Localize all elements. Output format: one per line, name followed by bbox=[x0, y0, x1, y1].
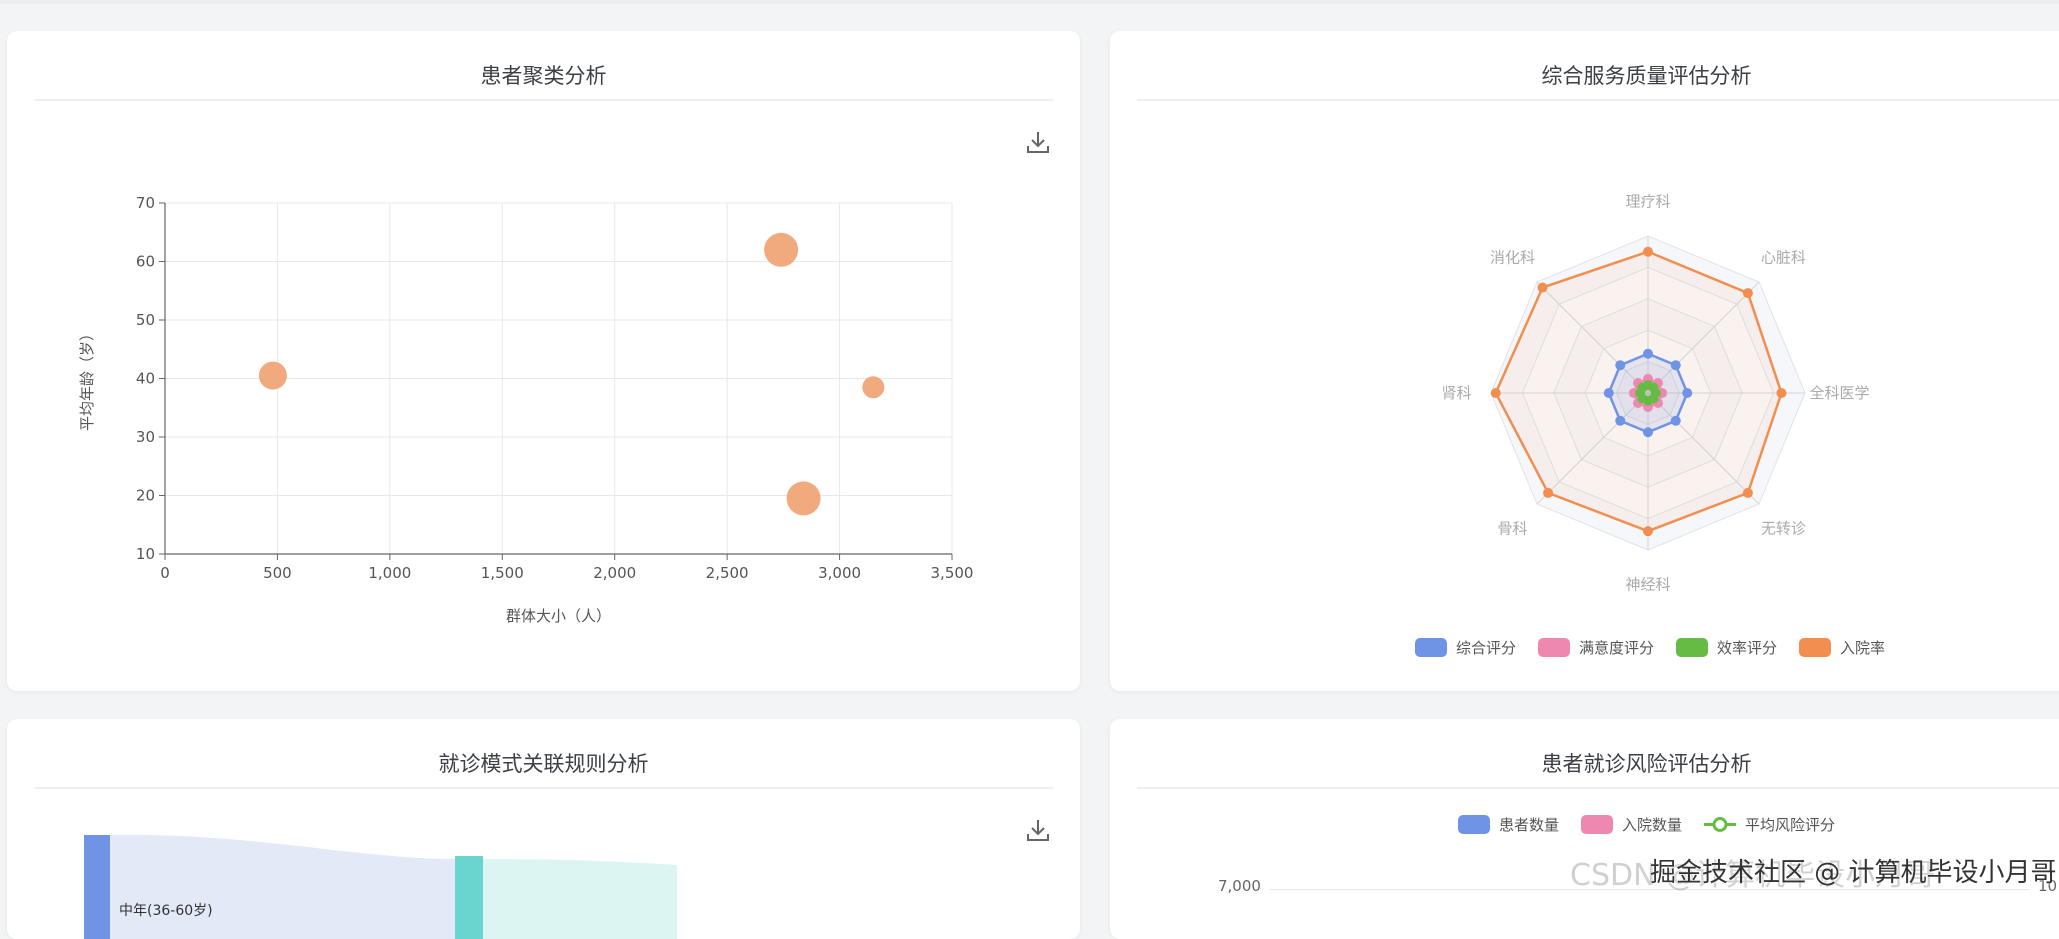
legend-item-admissions[interactable]: 入院数量 bbox=[1581, 814, 1682, 835]
watermark-front: 掘金技术社区 @ 计算机毕设小月哥 bbox=[1650, 858, 2057, 888]
radar-point bbox=[1615, 360, 1626, 371]
legend-swatch bbox=[1799, 638, 1832, 657]
risk-title-divider bbox=[1137, 787, 2059, 789]
radar-point bbox=[1637, 382, 1648, 393]
radar-point bbox=[1615, 415, 1626, 426]
radar-indicator-label: 消化科 bbox=[1490, 249, 1535, 267]
legend-item[interactable]: 综合评分 bbox=[1415, 637, 1516, 658]
legend-label: 入院数量 bbox=[1622, 816, 1683, 834]
radar-indicator-label: 神经科 bbox=[1625, 576, 1670, 594]
radar-point bbox=[1776, 388, 1787, 398]
scatter-point bbox=[764, 232, 799, 267]
sankey-link bbox=[483, 859, 677, 939]
pattern-card: 就诊模式关联规则分析 中年(36-60岁) bbox=[7, 719, 1080, 939]
x-tick-label: 2,000 bbox=[593, 564, 636, 582]
scatter-point bbox=[258, 361, 287, 390]
y-tick-label: 20 bbox=[136, 487, 155, 505]
cluster-card: 患者聚类分析 0 500 1,000 1,500 2,000 2,500 3,000 3,50… bbox=[7, 31, 1080, 691]
download-icon[interactable] bbox=[1025, 129, 1051, 155]
cluster-title-divider bbox=[34, 99, 1053, 101]
x-tick-label: 3,500 bbox=[931, 564, 974, 582]
radar-point bbox=[1543, 487, 1554, 498]
y-axis-tick: 7,000 bbox=[1218, 877, 1261, 895]
radar-legend: 综合评分 满意度评分 效率评分 入院率 bbox=[1415, 637, 1907, 658]
x-axis-label: 群体大小（人） bbox=[506, 607, 611, 625]
cluster-title: 患者聚类分析 bbox=[480, 64, 607, 88]
y-tick-label: 60 bbox=[136, 253, 155, 271]
y-tick-label: 40 bbox=[136, 370, 155, 388]
risk-title: 患者就诊风险评估分析 bbox=[1541, 752, 1752, 776]
legend-label: 满意度评分 bbox=[1579, 639, 1655, 657]
line-marker-icon bbox=[1704, 817, 1737, 832]
legend-label: 平均风险评分 bbox=[1745, 816, 1836, 834]
radar-point bbox=[1670, 360, 1681, 371]
legend-swatch bbox=[1415, 638, 1447, 657]
y-tick-label: 30 bbox=[136, 428, 155, 446]
radar-indicator-label: 无转诊 bbox=[1761, 519, 1806, 537]
radar-indicator-label: 理疗科 bbox=[1625, 192, 1670, 210]
radar-point bbox=[1643, 246, 1653, 257]
scatter-point bbox=[786, 481, 821, 516]
top-divider bbox=[0, 0, 2059, 4]
radar-indicator-label: 骨科 bbox=[1498, 519, 1528, 537]
x-tick-label: 500 bbox=[263, 564, 292, 582]
x-tick-label: 0 bbox=[160, 564, 170, 582]
radar-indicator-label: 全科医学 bbox=[1810, 384, 1870, 402]
radar-point bbox=[1490, 388, 1501, 398]
radar-point bbox=[1742, 487, 1753, 498]
radar-point bbox=[1643, 526, 1653, 537]
legend-item[interactable]: 入院率 bbox=[1799, 637, 1885, 658]
risk-legend: 患者数量 入院数量 平均风险评分 bbox=[1458, 814, 1857, 835]
sankey-link bbox=[110, 834, 455, 939]
sankey-chart: 中年(36-60岁) bbox=[84, 834, 677, 939]
legend-label: 效率评分 bbox=[1717, 639, 1778, 657]
y-axis-label: 平均年龄（岁） bbox=[78, 326, 96, 431]
radar-point bbox=[1670, 415, 1681, 426]
legend-label: 综合评分 bbox=[1456, 639, 1517, 657]
legend-label: 入院率 bbox=[1840, 639, 1886, 657]
radar-point bbox=[1603, 388, 1614, 398]
service-card: 综合服务质量评估分析 理疗科 心脏科 全科医学 无转诊 神经科 骨科 肾科 消化科 综合评分满… bbox=[1110, 31, 2059, 691]
legend-item-patients[interactable]: 患者数量 bbox=[1458, 814, 1559, 835]
legend-swatch bbox=[1538, 638, 1571, 657]
legend-item[interactable]: 效率评分 bbox=[1676, 637, 1777, 658]
legend-swatch bbox=[1676, 638, 1709, 657]
scatter-point bbox=[862, 376, 885, 399]
x-tick-label: 2,500 bbox=[706, 564, 749, 582]
x-tick-label: 1,000 bbox=[368, 564, 411, 582]
sankey-node bbox=[84, 835, 110, 939]
radar-point bbox=[1742, 288, 1753, 299]
y-tick-label: 50 bbox=[136, 311, 155, 329]
sankey-node bbox=[455, 856, 483, 939]
scatter-chart: 0 500 1,000 1,500 2,000 2,500 3,000 3,500 10 20 30… bbox=[78, 194, 974, 625]
legend-item-risk-score[interactable]: 平均风险评分 bbox=[1704, 814, 1835, 835]
radar-point bbox=[1537, 282, 1548, 293]
legend-item[interactable]: 满意度评分 bbox=[1538, 637, 1654, 658]
radar-point bbox=[1643, 348, 1653, 359]
y-tick-label: 70 bbox=[136, 194, 155, 212]
radar-indicator-label: 肾科 bbox=[1441, 384, 1471, 402]
risk-card: 患者就诊风险评估分析 患者数量 入院数量 平均风险评分 7,000 10 bbox=[1110, 719, 2059, 939]
radar-point bbox=[1682, 388, 1693, 398]
sankey-node-label: 中年(36-60岁) bbox=[119, 903, 213, 919]
x-tick-label: 1,500 bbox=[481, 564, 524, 582]
legend-label: 患者数量 bbox=[1499, 816, 1560, 834]
radar-chart: 理疗科心脏科全科医学无转诊神经科 骨科 肾科 消化科 bbox=[1441, 192, 1870, 594]
x-tick-label: 3,000 bbox=[818, 564, 861, 582]
radar-indicator-label: 心脏科 bbox=[1761, 249, 1806, 267]
radar-point bbox=[1643, 427, 1653, 438]
y-tick-label: 10 bbox=[136, 545, 155, 563]
